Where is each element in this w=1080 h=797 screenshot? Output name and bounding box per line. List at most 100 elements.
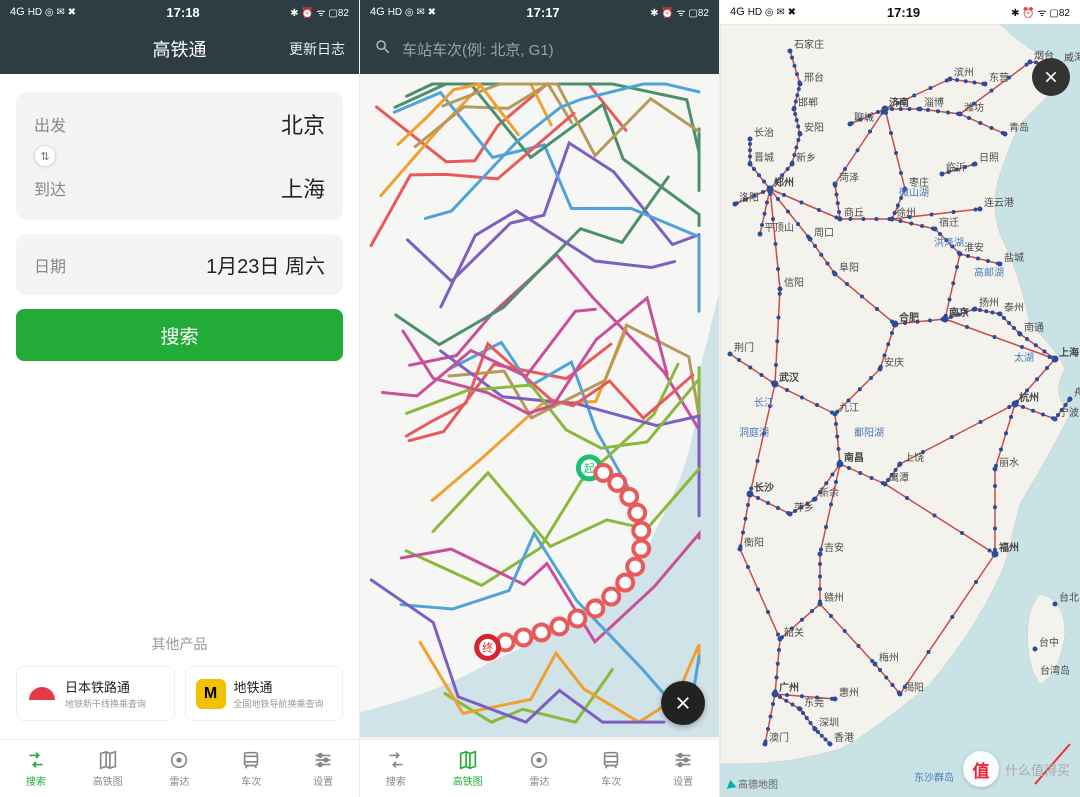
carrier-icon: 4G	[370, 6, 385, 18]
screen-railmap: 4G HD ◎ ✉ ✖ 17:17 ✱ ⏰ ᯤ ▢82 车站车次(例: 北京, …	[360, 0, 720, 797]
svg-text:临沂: 临沂	[946, 161, 966, 174]
date-label: 日期	[34, 253, 66, 277]
bottom-nav: 搜索高铁图雷达 车次 设置	[360, 739, 719, 797]
jp-rail-icon	[27, 679, 57, 709]
train-icon	[600, 749, 622, 771]
sliders-icon	[672, 749, 694, 771]
nav-item-map[interactable]: 高铁图	[72, 740, 144, 797]
status-bar: 4G HD ◎ ✉ ✖ 17:18 ✱ ⏰ ᯤ ▢82	[0, 0, 359, 24]
status-time: 17:17	[526, 5, 559, 20]
nav-label: 车次	[241, 773, 261, 788]
changelog-link[interactable]: 更新日志	[289, 39, 345, 59]
svg-text:惠州: 惠州	[839, 686, 859, 699]
svg-text:韶关: 韶关	[784, 626, 804, 639]
svg-text:威海: 威海	[1064, 51, 1080, 64]
carrier-icon: 4G	[10, 6, 25, 18]
nav-item-train[interactable]: 车次	[215, 740, 287, 797]
nav-item-radar[interactable]: 雷达	[144, 740, 216, 797]
svg-text:鄱阳湖: 鄱阳湖	[854, 426, 884, 439]
nav-item-map[interactable]: 高铁图	[432, 740, 504, 797]
svg-text:武汉: 武汉	[779, 371, 800, 384]
prod1-name: 日本铁路通	[65, 677, 146, 696]
svg-text:上海: 上海	[1059, 346, 1079, 359]
screen-search: 4G HD ◎ ✉ ✖ 17:18 ✱ ⏰ ᯤ ▢82 高铁通 更新日志 出发 …	[0, 0, 360, 797]
train-icon	[240, 749, 262, 771]
svg-text:高邮湖: 高邮湖	[974, 266, 1004, 279]
svg-text:洞庭湖: 洞庭湖	[739, 426, 769, 439]
svg-text:合肥: 合肥	[898, 311, 919, 324]
svg-text:淄博: 淄博	[924, 96, 944, 109]
svg-text:郑州: 郑州	[774, 176, 794, 189]
nav-item-swap[interactable]: 搜索	[360, 740, 432, 797]
other-products: 其他产品 日本铁路通 地铁新干线换乘查询 M 地铁通 全国地铁导航换乘查询	[16, 634, 343, 721]
svg-text:平顶山: 平顶山	[764, 222, 794, 234]
svg-text:青岛: 青岛	[1009, 121, 1029, 134]
search-placeholder: 车站车次(例: 北京, G1)	[402, 39, 554, 60]
svg-text:长治: 长治	[754, 126, 774, 139]
product-card-metro[interactable]: M 地铁通 全国地铁导航换乘查询	[185, 666, 344, 721]
rail-map-canvas[interactable]: 起终	[360, 74, 719, 739]
nav-item-sliders[interactable]: 设置	[647, 740, 719, 797]
svg-text:香港: 香港	[834, 732, 854, 744]
product-card-jp[interactable]: 日本铁路通 地铁新干线换乘查询	[16, 666, 175, 721]
status-right-icons: ✱ ⏰ ᯤ ▢82	[650, 5, 709, 19]
origin-destination-card: 出发 北京 ⇅ 到达 上海	[16, 92, 343, 220]
close-button[interactable]	[661, 681, 705, 725]
svg-text:台湾岛: 台湾岛	[1040, 664, 1070, 677]
svg-text:杭州: 杭州	[1019, 391, 1039, 404]
nav-label: 设置	[313, 773, 333, 788]
svg-text:台中: 台中	[1039, 636, 1059, 649]
swap-button[interactable]: ⇅	[34, 145, 56, 167]
nav-item-sliders[interactable]: 设置	[287, 740, 359, 797]
search-icon	[374, 38, 392, 61]
arrive-value: 上海	[281, 172, 325, 204]
swap-icon	[385, 749, 407, 771]
search-button[interactable]: 搜索	[16, 309, 343, 361]
nav-item-radar[interactable]: 雷达	[504, 740, 576, 797]
svg-text:梅州: 梅州	[879, 651, 899, 664]
app-title: 高铁通	[153, 36, 207, 62]
svg-text:福州: 福州	[998, 541, 1019, 554]
nav-label: 车次	[601, 773, 621, 788]
radar-icon	[168, 749, 190, 771]
watermark: 值 什么值得买	[963, 751, 1070, 787]
svg-text:淮安: 淮安	[964, 241, 984, 254]
date-row[interactable]: 日期 1月23日 周六	[16, 234, 343, 295]
close-button[interactable]	[1032, 58, 1070, 96]
svg-text:鹰潭: 鹰潭	[889, 471, 909, 484]
status-bar: 4G HD ◎ ✉ ✖ 17:19 ✱ ⏰ ᯤ ▢82	[720, 0, 1080, 24]
svg-text:衡阳: 衡阳	[744, 537, 764, 549]
svg-text:菏泽: 菏泽	[839, 172, 859, 184]
amap-icon	[725, 779, 736, 789]
arrive-label: 到达	[34, 176, 66, 200]
svg-text:新余: 新余	[819, 486, 839, 499]
watermark-text: 什么值得买	[1005, 760, 1070, 779]
radar-icon	[528, 749, 550, 771]
svg-text:太湖: 太湖	[1014, 351, 1034, 364]
svg-text:安阳: 安阳	[804, 121, 824, 134]
status-time: 17:18	[166, 5, 199, 20]
svg-text:长沙: 长沙	[754, 481, 774, 494]
svg-text:连云港: 连云港	[984, 196, 1014, 209]
svg-text:长江: 长江	[754, 397, 774, 409]
nav-item-train[interactable]: 车次	[575, 740, 647, 797]
nav-item-swap[interactable]: 搜索	[0, 740, 72, 797]
svg-text:舟山: 舟山	[1074, 386, 1080, 399]
arrive-row[interactable]: 到达 上海	[16, 156, 343, 220]
svg-text:吉安: 吉安	[824, 541, 844, 554]
svg-text:揭阳: 揭阳	[904, 681, 924, 694]
svg-text:石家庄: 石家庄	[794, 38, 824, 51]
svg-text:徐州: 徐州	[896, 206, 916, 219]
nav-label: 雷达	[529, 773, 549, 788]
date-value: 1月23日 周六	[206, 250, 325, 279]
svg-text:商丘: 商丘	[844, 206, 864, 219]
svg-text:洛阳: 洛阳	[739, 191, 759, 204]
depart-row[interactable]: 出发 北京	[16, 92, 343, 156]
search-bar[interactable]: 车站车次(例: 北京, G1)	[360, 24, 719, 74]
national-map-canvas[interactable]: 石家庄邢台邯郸安阳长治晋城新乡郑州洛阳平顶山周口聊城济南淄博潍坊滨州东营烟台威海…	[720, 24, 1080, 797]
status-right-icons: ✱ ⏰ ᯤ ▢82	[1011, 5, 1070, 19]
svg-text:滨州: 滨州	[954, 66, 974, 79]
svg-text:九江: 九江	[839, 402, 859, 414]
svg-text:起: 起	[584, 462, 595, 475]
search-form: 出发 北京 ⇅ 到达 上海 日期 1月23日 周六 搜索 其他产品 日本铁路通 …	[0, 74, 359, 739]
